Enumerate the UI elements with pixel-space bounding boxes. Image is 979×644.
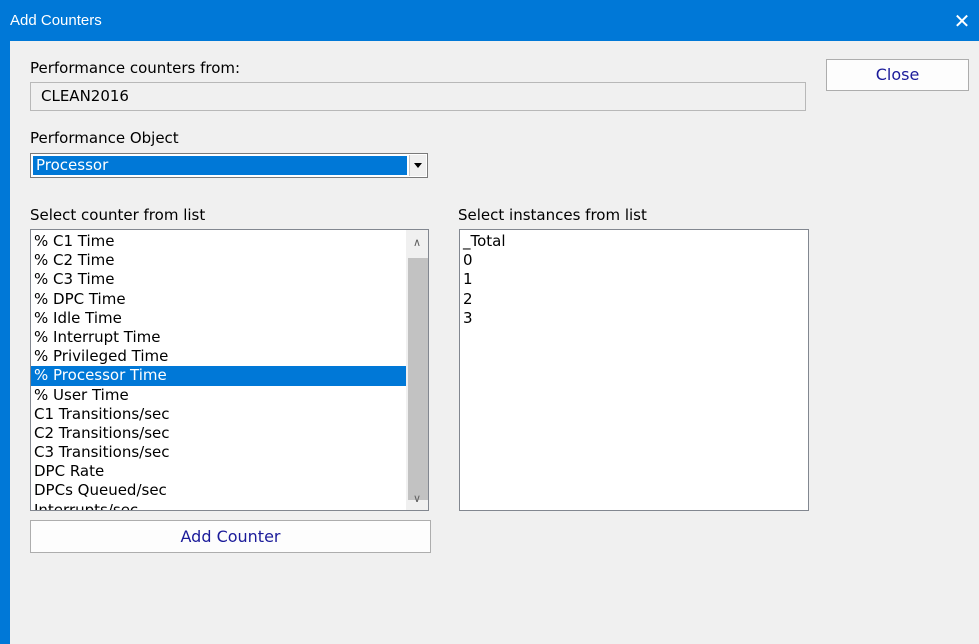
title-bar: Add Counters ✕ — [0, 0, 979, 41]
counter-items: % C1 Time% C2 Time% C3 Time% DPC Time% I… — [31, 232, 406, 510]
counter-list-item[interactable]: % DPC Time — [31, 290, 406, 309]
counter-list-item[interactable]: % Idle Time — [31, 309, 406, 328]
instance-items: _Total 0 1 2 3 — [460, 232, 808, 328]
counter-list-item[interactable]: DPC Rate — [31, 462, 406, 481]
counter-list-item[interactable]: C3 Transitions/sec — [31, 443, 406, 462]
counter-list-item[interactable]: % C1 Time — [31, 232, 406, 251]
counter-list-item[interactable]: % User Time — [31, 386, 406, 405]
counter-list-item[interactable]: % Interrupt Time — [31, 328, 406, 347]
counter-list-item[interactable]: C1 Transitions/sec — [31, 405, 406, 424]
dropdown-arrow-button[interactable] — [409, 155, 426, 176]
add-counter-button[interactable]: Add Counter — [30, 520, 431, 553]
instance-list-label: Select instances from list — [458, 206, 647, 224]
dialog-client-area: Performance counters from: CLEAN2016 Clo… — [10, 41, 979, 644]
counter-list-scrollbar[interactable]: ∧ ∨ — [406, 230, 428, 510]
close-button[interactable]: Close — [826, 59, 969, 91]
scroll-down-icon[interactable]: ∨ — [406, 488, 428, 510]
performance-object-label: Performance Object — [30, 129, 179, 147]
scrollbar-thumb[interactable] — [408, 258, 428, 500]
counter-list-label: Select counter from list — [30, 206, 206, 224]
instance-list-item[interactable]: 2 — [460, 290, 808, 309]
close-icon[interactable]: ✕ — [945, 4, 979, 38]
performance-object-dropdown[interactable]: Processor — [30, 153, 428, 178]
counter-listbox[interactable]: % C1 Time% C2 Time% C3 Time% DPC Time% I… — [30, 229, 429, 511]
instance-list-item[interactable]: 0 — [460, 251, 808, 270]
computer-name-field: CLEAN2016 — [30, 82, 806, 111]
counter-list-item[interactable]: % C2 Time — [31, 251, 406, 270]
instance-list-item[interactable]: _Total — [460, 232, 808, 251]
counter-list-item[interactable]: % C3 Time — [31, 270, 406, 289]
counters-from-label: Performance counters from: — [30, 59, 241, 77]
window-title: Add Counters — [10, 12, 102, 29]
chevron-down-icon — [414, 163, 422, 168]
instance-list-item[interactable]: 3 — [460, 309, 808, 328]
counter-list-item[interactable]: Interrupts/sec — [31, 501, 406, 510]
counter-list-item[interactable]: % Processor Time — [31, 366, 406, 386]
instance-list-item[interactable]: 1 — [460, 270, 808, 289]
counter-list-item[interactable]: % Privileged Time — [31, 347, 406, 366]
counter-list-item[interactable]: DPCs Queued/sec — [31, 481, 406, 500]
instance-listbox[interactable]: _Total 0 1 2 3 — [459, 229, 809, 511]
performance-object-selected: Processor — [33, 156, 407, 175]
scroll-up-icon[interactable]: ∧ — [406, 232, 428, 254]
counter-list-item[interactable]: C2 Transitions/sec — [31, 424, 406, 443]
